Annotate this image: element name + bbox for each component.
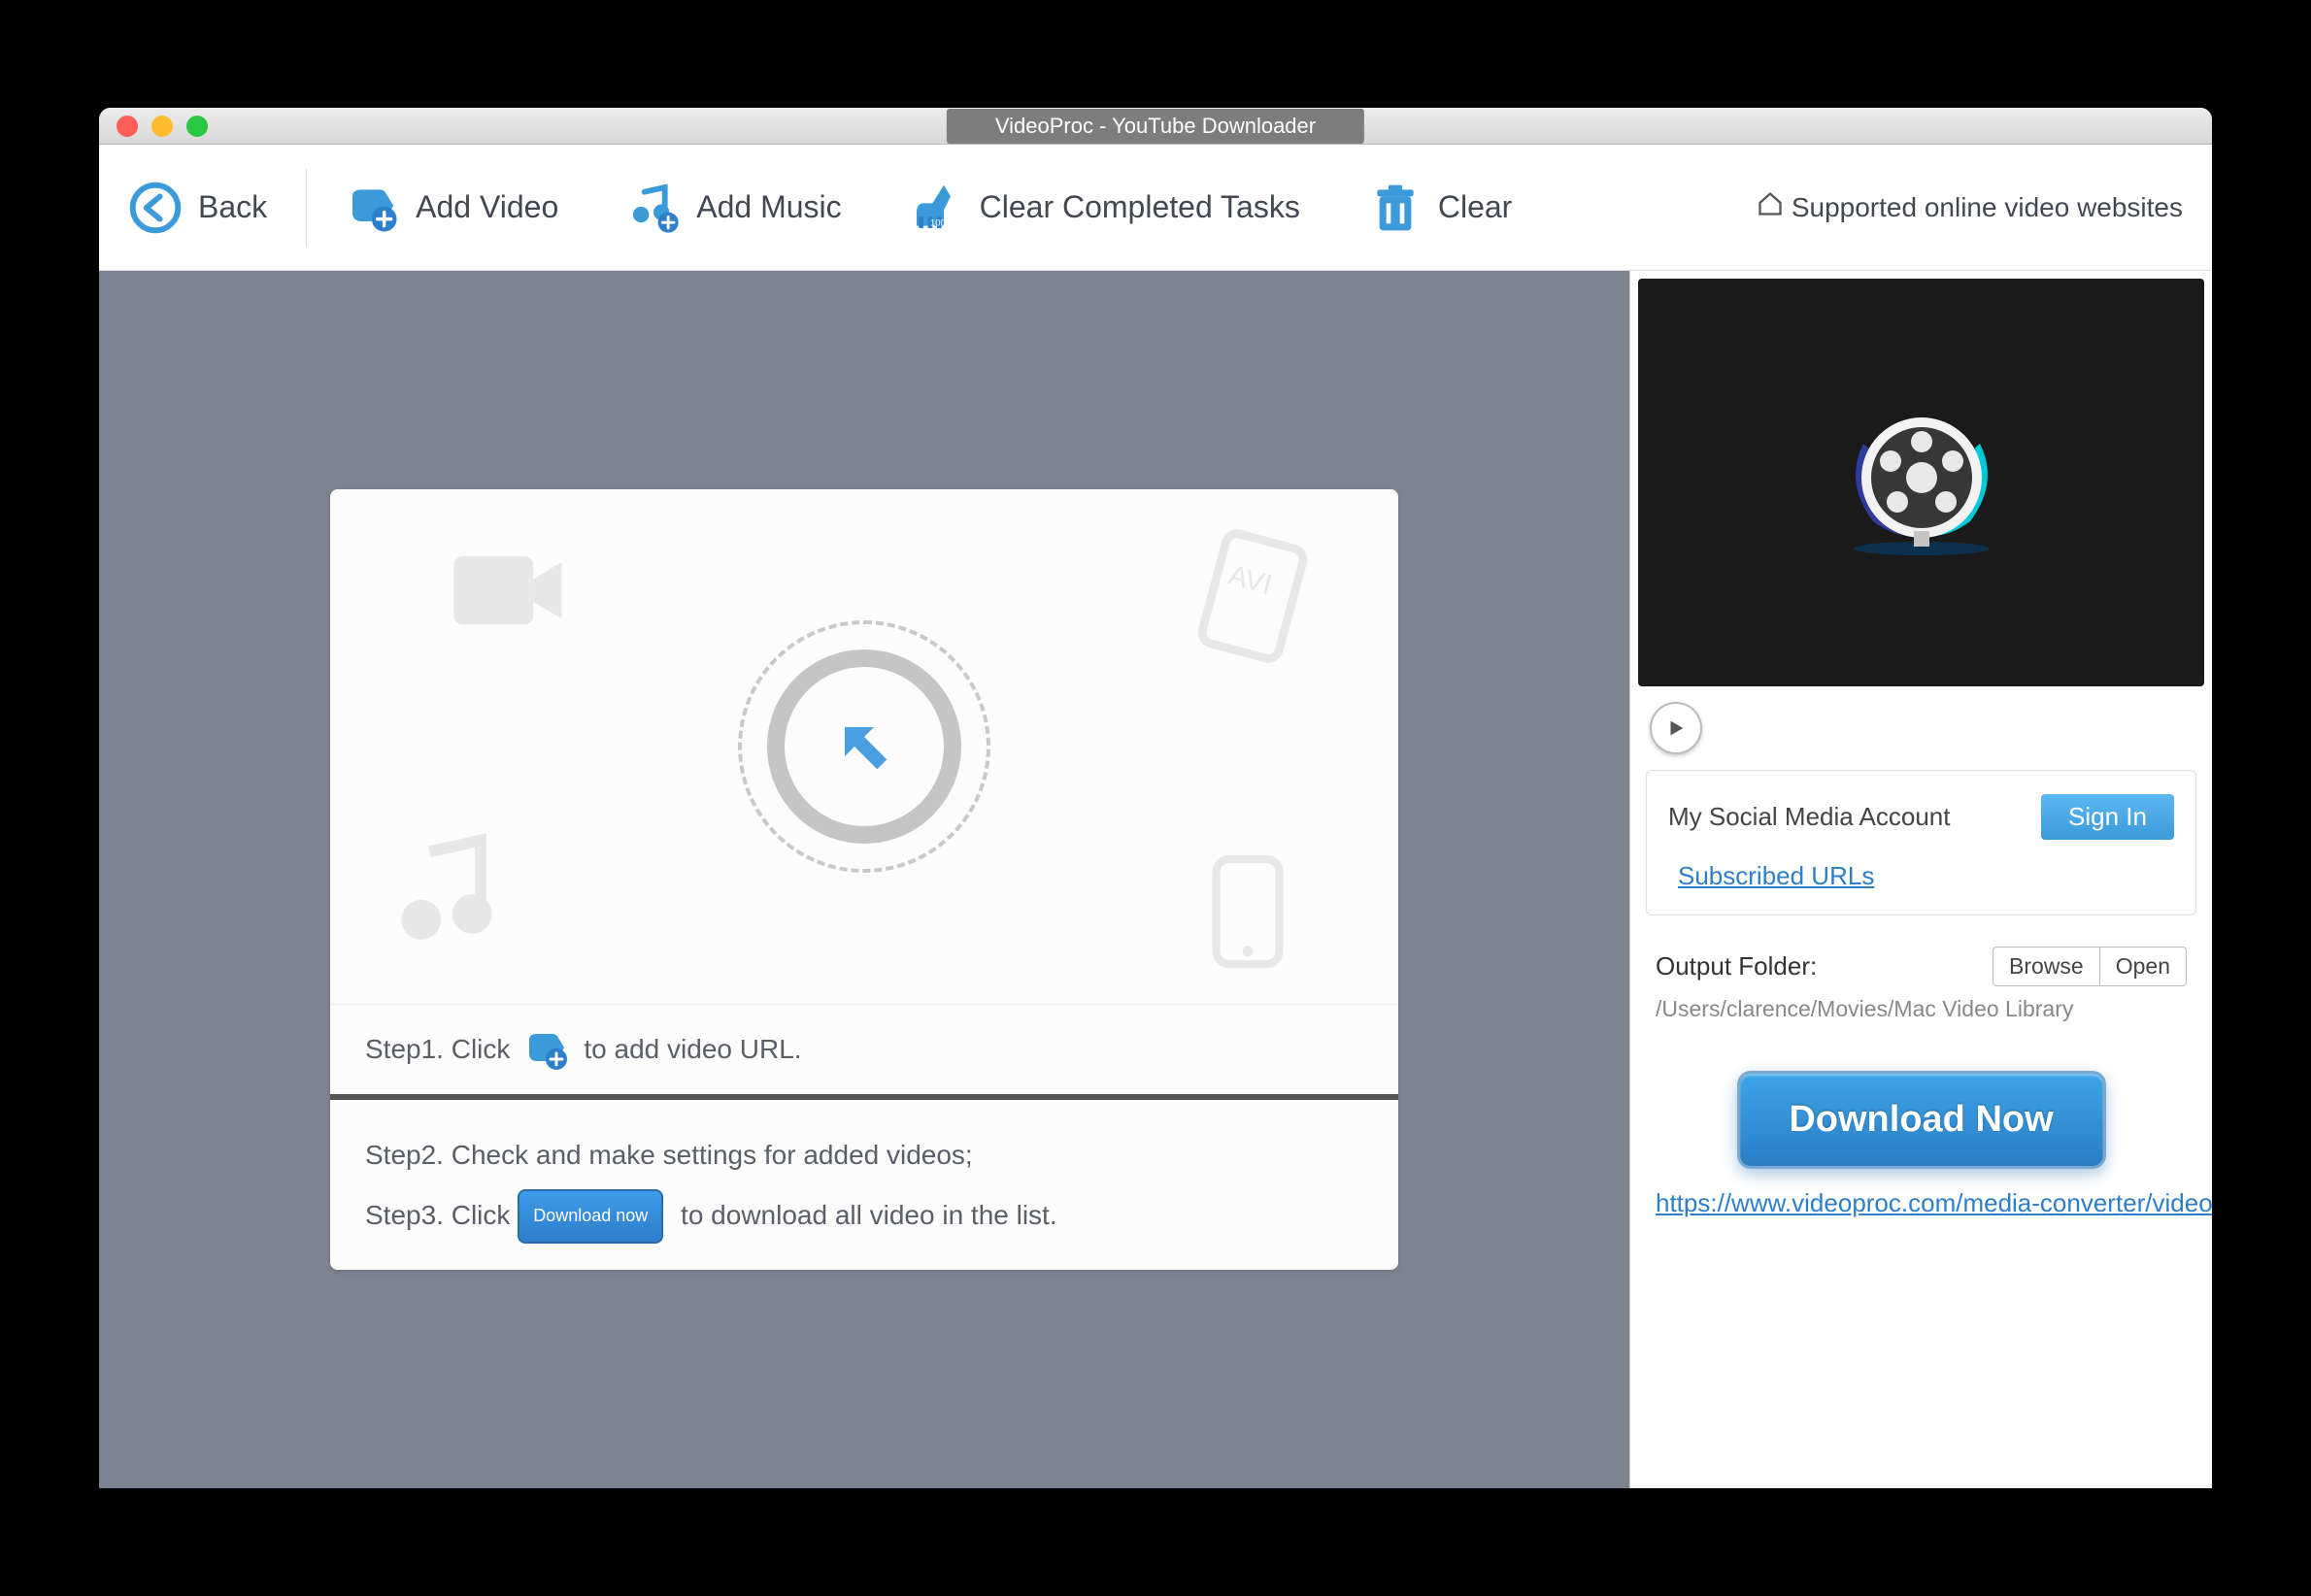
toolbar: Back Add Video Add Music 100% Clear Comp… [99,145,2212,271]
app-window: VideoProc - YouTube Downloader Back Add … [99,108,2212,1488]
social-card: My Social Media Account Sign In Subscrib… [1646,770,2196,915]
add-music-label: Add Music [696,189,841,225]
app-logo [1825,385,2019,580]
step3-text-b: to download all video in the list. [681,1200,1057,1230]
step1-text-b: to add video URL. [584,1034,801,1065]
download-now-chip: Download now [518,1189,663,1244]
step3-row: Step3. Click Download now to download al… [365,1185,1363,1246]
step23-block: Step2. Check and make settings for added… [330,1100,1398,1270]
social-label: My Social Media Account [1668,802,1950,832]
supported-sites-link[interactable]: Supported online video websites [1757,190,2183,224]
task-pane: AVI Step1. Click to add video URL. [99,271,1629,1488]
open-button[interactable]: Open [2100,947,2187,986]
add-music-button[interactable]: Add Music [626,181,841,235]
clear-label: Clear [1438,189,1512,225]
download-now-button[interactable]: Download Now [1737,1071,2106,1169]
clear-button[interactable]: Clear [1368,181,1512,235]
step2-text: Step2. Check and make settings for added… [365,1125,1363,1185]
browse-button[interactable]: Browse [1993,947,2100,986]
window-controls [99,116,208,137]
broom-icon: 100% [910,181,964,235]
sign-in-button[interactable]: Sign In [2041,794,2174,840]
add-video-button[interactable]: Add Video [346,181,558,235]
step3-text-a: Step3. Click [365,1200,510,1230]
back-label: Back [198,189,267,225]
supported-sites-label: Supported online video websites [1792,192,2183,223]
zoom-button[interactable] [186,116,208,137]
drop-card: AVI Step1. Click to add video URL. [330,489,1398,1270]
output-buttons: Browse Open [1993,947,2187,986]
step1-text-a: Step1. Click [365,1034,510,1065]
trash-icon [1368,181,1423,235]
main-body: AVI Step1. Click to add video URL. [99,271,2212,1488]
play-controls [1630,694,2212,762]
back-icon [128,181,183,235]
output-folder-label: Output Folder: [1656,951,1817,981]
arrow-upleft-icon [825,708,903,785]
minimize-button[interactable] [151,116,173,137]
play-button[interactable] [1650,702,1702,754]
drop-ring-inner [767,649,961,844]
close-button[interactable] [117,116,138,137]
add-video-small-icon [523,1026,570,1073]
window-title: VideoProc - YouTube Downloader [947,109,1364,144]
titlebar: VideoProc - YouTube Downloader [99,108,2212,145]
music-plus-icon [626,181,681,235]
clear-completed-button[interactable]: 100% Clear Completed Tasks [910,181,1300,235]
svg-text:AVI: AVI [1225,560,1276,602]
sidebar: My Social Media Account Sign In Subscrib… [1629,271,2212,1488]
subscribed-urls-link[interactable]: Subscribed URLs [1678,861,1874,890]
home-icon [1757,190,1784,224]
svg-text:100%: 100% [930,217,954,227]
step1-row: Step1. Click to add video URL. [330,1004,1398,1094]
drop-area[interactable]: AVI [330,489,1398,1004]
video-plus-icon [346,181,400,235]
output-section: Output Folder: Browse Open /Users/claren… [1630,923,2212,1022]
preview-pane [1638,279,2204,686]
footer-link[interactable]: https://www.videoproc.com/media-converte… [1630,1188,2212,1236]
drop-ring [738,620,990,873]
add-video-label: Add Video [416,189,558,225]
clear-completed-label: Clear Completed Tasks [980,189,1300,225]
output-path: /Users/clarence/Movies/Mac Video Library [1656,996,2187,1022]
back-button[interactable]: Back [128,169,307,247]
